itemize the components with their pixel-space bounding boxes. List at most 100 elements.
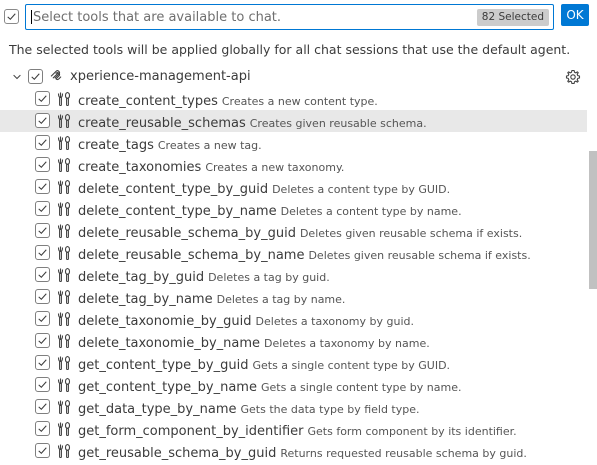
tool-row[interactable]: delete_reusable_schema_by_guid Deletes gi… — [0, 220, 587, 242]
check-icon — [38, 95, 47, 102]
check-icon — [38, 227, 47, 234]
tool-row[interactable]: create_taxonomies Creates a new taxonomy. — [0, 154, 587, 176]
tool-checkbox[interactable] — [35, 399, 50, 414]
tool-name: create_taxonomies — [78, 160, 202, 175]
tool-row[interactable]: delete_tag_by_guid Deletes a tag by guid. — [0, 264, 587, 286]
quick-pick-header: 82 Selected OK — [0, 0, 597, 36]
tool-icon — [57, 399, 71, 415]
description-text: The selected tools will be applied globa… — [9, 42, 571, 57]
tool-checkbox[interactable] — [35, 157, 50, 172]
tool-row[interactable]: delete_taxonomie_by_guid Deletes a taxono… — [0, 308, 587, 330]
tool-checkbox[interactable] — [35, 179, 50, 194]
tool-icon — [57, 443, 71, 459]
tool-name: get_content_type_by_guid — [78, 358, 249, 373]
tool-description: Deletes a taxonomy by guid. — [255, 315, 415, 328]
tool-row[interactable]: create_content_types Creates a new conten… — [0, 88, 587, 110]
check-icon — [31, 73, 40, 80]
group-checkbox[interactable] — [28, 69, 43, 84]
tool-row[interactable]: delete_tag_by_name Deletes a tag by name. — [0, 286, 587, 308]
tool-name: get_content_type_by_name — [78, 380, 257, 395]
tool-name: delete_taxonomie_by_name — [78, 336, 261, 351]
tool-icon — [57, 333, 71, 349]
scrollbar-thumb[interactable] — [589, 151, 597, 289]
tool-description: Deletes a tag by guid. — [208, 271, 330, 284]
tool-checkbox[interactable] — [35, 311, 50, 326]
gear-icon[interactable] — [565, 69, 581, 85]
tool-checkbox[interactable] — [35, 443, 50, 458]
tool-description: Creates a new content type. — [221, 95, 378, 108]
tool-icon — [57, 289, 71, 305]
search-box[interactable]: 82 Selected — [25, 4, 554, 30]
tool-checkbox[interactable] — [35, 333, 50, 348]
select-all-checkbox[interactable] — [4, 9, 19, 24]
tool-checkbox[interactable] — [35, 91, 50, 106]
selected-count-badge: 82 Selected — [476, 9, 549, 26]
tool-description: Creates a new taxonomy. — [205, 161, 345, 174]
search-input[interactable] — [33, 6, 473, 28]
tool-row[interactable]: delete_reusable_schema_by_name Deletes gi… — [0, 242, 587, 264]
tool-description: Deletes a content type by GUID. — [272, 183, 451, 196]
tool-row[interactable]: get_reusable_schema_by_guid Returns reque… — [0, 440, 587, 462]
tool-icon — [57, 245, 71, 261]
tool-name: create_tags — [78, 138, 154, 153]
check-icon — [38, 359, 47, 366]
tool-description: Returns requested reusable schema by gui… — [280, 447, 527, 460]
tool-checkbox[interactable] — [35, 135, 50, 150]
tool-description: Deletes a content type by name. — [280, 205, 462, 218]
text-caret — [31, 10, 32, 24]
check-icon — [38, 249, 47, 256]
group-label: xperience-management-api — [70, 69, 251, 84]
check-icon — [38, 447, 47, 454]
tool-checkbox[interactable] — [35, 267, 50, 282]
tool-description: Gets a single content type by name. — [260, 381, 462, 394]
tool-row[interactable]: delete_taxonomie_by_name Deletes a taxono… — [0, 330, 587, 352]
tool-icon — [57, 113, 71, 129]
tool-name: delete_tag_by_guid — [78, 270, 205, 285]
ok-button[interactable]: OK — [561, 4, 589, 26]
tool-checkbox[interactable] — [35, 223, 50, 238]
tool-name: delete_content_type_by_guid — [78, 182, 269, 197]
tool-checkbox[interactable] — [35, 377, 50, 392]
check-icon — [38, 337, 47, 344]
tool-row[interactable]: delete_content_type_by_guid Deletes a con… — [0, 176, 587, 198]
chevron-down-icon[interactable] — [11, 71, 23, 83]
tool-icon — [57, 355, 71, 371]
tool-row[interactable]: get_form_component_by_identifier Gets for… — [0, 418, 587, 440]
tool-name: create_content_types — [78, 94, 218, 109]
tool-checkbox[interactable] — [35, 355, 50, 370]
tool-icon — [57, 223, 71, 239]
tool-row[interactable]: create_tags Creates a new tag. — [0, 132, 587, 154]
tool-icon — [57, 377, 71, 393]
tool-description: Creates given reusable schema. — [249, 117, 427, 130]
tool-name: delete_reusable_schema_by_name — [78, 248, 305, 263]
tool-row[interactable]: create_reusable_schemas Creates given reu… — [0, 110, 587, 132]
tool-description: Deletes a taxonomy by name. — [264, 337, 430, 350]
tool-checkbox[interactable] — [35, 289, 50, 304]
tool-row[interactable]: delete_content_type_by_name Deletes a con… — [0, 198, 587, 220]
tool-name: delete_taxonomie_by_guid — [78, 314, 252, 329]
tool-row[interactable]: get_data_type_by_name Gets the data type … — [0, 396, 587, 418]
group-row[interactable]: xperience-management-api — [0, 66, 597, 88]
check-icon — [38, 425, 47, 432]
tool-description: Gets a single content type by GUID. — [252, 359, 451, 372]
tool-checkbox[interactable] — [35, 245, 50, 260]
tool-icon — [57, 267, 71, 283]
tool-description: Deletes given reusable schema if exists. — [308, 249, 531, 262]
tool-checkbox[interactable] — [35, 113, 50, 128]
tool-name: get_form_component_by_identifier — [78, 424, 304, 439]
tool-name: get_data_type_by_name — [78, 402, 237, 417]
tool-row[interactable]: get_content_type_by_guid Gets a single co… — [0, 352, 587, 374]
check-icon — [38, 403, 47, 410]
tool-name: get_reusable_schema_by_guid — [78, 446, 277, 461]
mcp-server-icon — [50, 70, 62, 81]
tool-row[interactable]: get_content_type_by_name Gets a single co… — [0, 374, 587, 396]
tool-name: delete_content_type_by_name — [78, 204, 277, 219]
tool-icon — [57, 179, 71, 195]
tool-checkbox[interactable] — [35, 421, 50, 436]
tool-name: delete_reusable_schema_by_guid — [78, 226, 296, 241]
tool-checkbox[interactable] — [35, 201, 50, 216]
tool-description: Gets form component by its identifier. — [307, 425, 517, 438]
tool-name: create_reusable_schemas — [78, 116, 246, 131]
check-icon — [7, 13, 16, 20]
check-icon — [38, 205, 47, 212]
